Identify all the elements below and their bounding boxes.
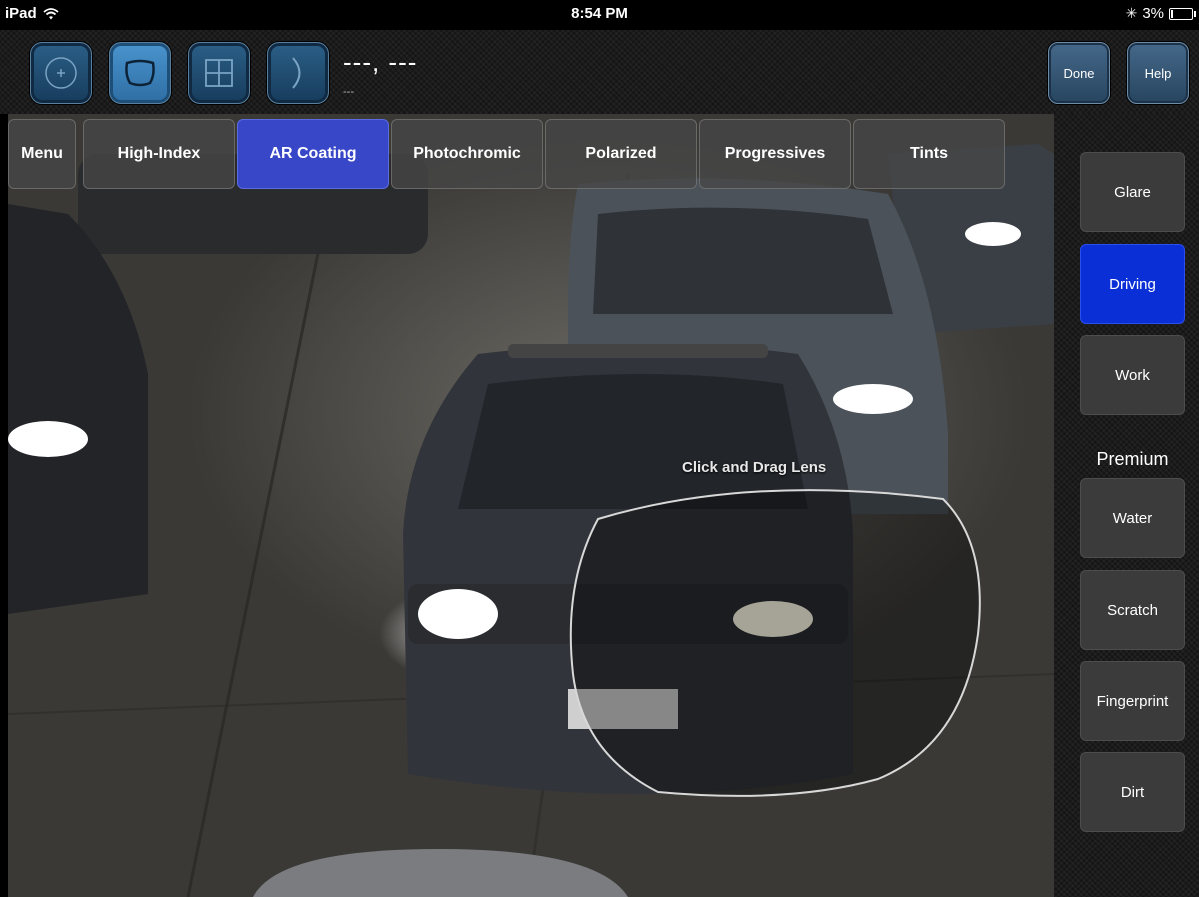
scenario-glare-button[interactable]: Glare <box>1080 152 1185 232</box>
premium-water-button[interactable]: Water <box>1080 478 1185 558</box>
battery-icon <box>1169 7 1196 20</box>
tab-label: Polarized <box>585 145 657 162</box>
status-bar: iPad 8:54 PM ✳ 3% <box>0 0 1199 30</box>
tab-high-index[interactable]: High-Index <box>83 119 235 189</box>
curve-lens-button[interactable] <box>267 42 329 104</box>
grid-icon <box>205 59 233 87</box>
help-button[interactable]: Help <box>1127 42 1189 104</box>
tab-polarized[interactable]: Polarized <box>545 119 697 189</box>
draggable-lens[interactable] <box>573 489 983 799</box>
curve-lens-icon <box>292 57 301 89</box>
premium-scratch-button[interactable]: Scratch <box>1080 570 1185 650</box>
premium-fingerprint-button[interactable]: Fingerprint <box>1080 661 1185 741</box>
coordinates-sub-readout: --- <box>343 86 354 98</box>
tab-label: High-Index <box>117 145 201 162</box>
tab-label: AR Coating <box>269 145 357 162</box>
tab-label: Progressives <box>724 145 826 162</box>
tab-progressives[interactable]: Progressives <box>699 119 851 189</box>
coordinates-readout: ---, --- <box>343 47 418 77</box>
scenario-driving-button[interactable]: Driving <box>1080 244 1185 324</box>
status-right: ✳ 3% <box>1125 5 1196 22</box>
tab-ar-coating[interactable]: AR Coating <box>237 119 389 189</box>
frame-shape-icon <box>125 59 155 87</box>
tab-label: Menu <box>21 145 63 162</box>
premium-heading: Premium <box>1096 449 1169 469</box>
tab-tints[interactable]: Tints <box>853 119 1005 189</box>
done-button[interactable]: Done <box>1048 42 1110 104</box>
tab-menu[interactable]: Menu <box>8 119 76 189</box>
circle-plus-icon <box>45 57 77 89</box>
premium-dirt-button[interactable]: Dirt <box>1080 752 1185 832</box>
frame-shape-button[interactable] <box>109 42 171 104</box>
scenario-sidebar: Glare Driving Work Premium Water Scratch… <box>1054 114 1199 897</box>
lens-hint-label: Click and Drag Lens <box>682 459 827 476</box>
battery-percent: 3% <box>1142 5 1164 22</box>
grid-button[interactable] <box>188 42 250 104</box>
tab-label: Tints <box>910 145 948 162</box>
status-time: 8:54 PM <box>571 5 628 22</box>
tab-label: Photochromic <box>413 145 521 162</box>
tab-photochromic[interactable]: Photochromic <box>391 119 543 189</box>
scenario-work-button[interactable]: Work <box>1080 335 1185 415</box>
bluetooth-icon: ✳ <box>1125 5 1138 21</box>
toolbar <box>0 30 1199 114</box>
circle-plus-button[interactable] <box>30 42 92 104</box>
